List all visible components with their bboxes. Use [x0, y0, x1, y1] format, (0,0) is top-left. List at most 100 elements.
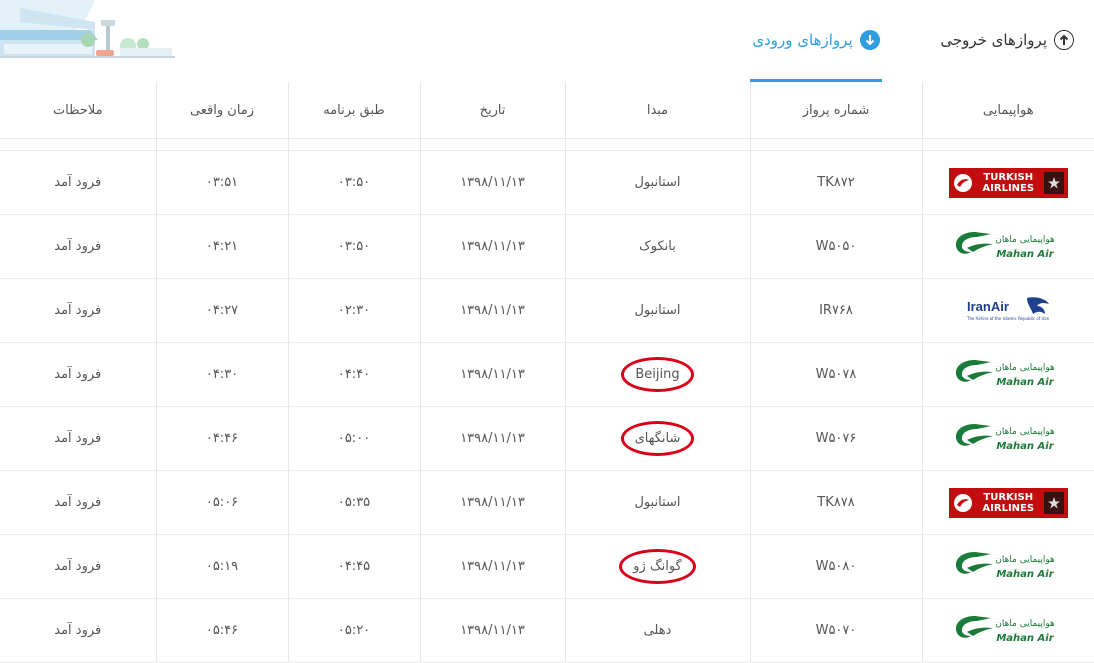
table-row[interactable]: فرود آمد ۰۵:۱۹ ۰۴:۴۵ ۱۳۹۸/۱۱/۱۳ گوانگ ژو W۵۰۸… [0, 534, 1094, 599]
cell-airline: هواپیمایی ماهان Mahan Air [922, 598, 1094, 663]
cell-note-text: فرود آمد [54, 559, 102, 574]
mahan-air-logo: هواپیمایی ماهان Mahan Air [953, 228, 1063, 266]
mahan-air-logo: هواپیمایی ماهان Mahan Air [953, 356, 1063, 394]
arrow-down-icon [859, 29, 880, 50]
cell-origin: بانکوک [565, 214, 751, 279]
cell-note: فرود آمد [0, 598, 157, 663]
cell-actual-time: ۰۴:۴۶ [156, 406, 289, 471]
origin-highlight: گوانگ ژو [619, 549, 696, 584]
cell-note: فرود آمد [0, 342, 157, 407]
cell-flight-number: W۵۰۷۶ [750, 406, 923, 471]
cell-origin: استانبول [565, 278, 751, 343]
mahan-logo-text-fa: هواپیمایی ماهان [995, 363, 1055, 373]
cell-flight-number: W۵۰۸۰ [750, 534, 923, 599]
cell-date: ۱۳۹۸/۱۱/۱۳ [420, 150, 566, 215]
cell-actual-time: ۰۴:۲۱ [156, 214, 289, 279]
homa-bird-icon [1027, 296, 1050, 314]
cell-scheduled-time-text: ۰۴:۴۵ [337, 559, 371, 574]
col-flight-number: شماره پرواز [750, 82, 923, 139]
mahan-air-logo: هواپیمایی ماهان Mahan Air [953, 612, 1063, 650]
cell-flight-number: IR۷۶۸ [750, 278, 923, 343]
cell-airline: هواپیمایی ماهان Mahan Air [922, 214, 1094, 279]
cell-origin-text: Beijing [635, 367, 680, 382]
cell-note: فرود آمد [0, 214, 157, 279]
turkish-airlines-logo: TURKISH AIRLINES [948, 487, 1068, 518]
cell-flight-number-text: IR۷۶۸ [819, 303, 853, 318]
cell-scheduled-time: ۰۴:۴۰ [288, 342, 421, 407]
cell-date-text: ۱۳۹۸/۱۱/۱۳ [460, 175, 525, 190]
cell-scheduled-time-text: ۰۵:۳۵ [337, 495, 371, 510]
tab-arrivals[interactable]: پروازهای ورودی [750, 0, 882, 82]
cell-origin: گوانگ ژو [565, 534, 751, 599]
cell-date-text: ۱۳۹۸/۱۱/۱۳ [460, 559, 525, 574]
star-alliance-icon [1043, 491, 1064, 514]
cell-airline: TURKISH AIRLINES [922, 470, 1094, 535]
mahan-logo-text-en: Mahan Air [997, 441, 1055, 452]
iranair-logo-subtext: The Airline of the Islamic Republic of I… [966, 316, 1050, 321]
cell-actual-time: ۰۳:۵۱ [156, 150, 289, 215]
origin-highlight: Beijing [621, 357, 694, 392]
cell-flight-number-text: TK۸۷۲ [817, 175, 855, 190]
table-row[interactable]: فرود آمد ۰۵:۰۶ ۰۵:۳۵ ۱۳۹۸/۱۱/۱۳ استانبول TK۸۷… [0, 470, 1094, 535]
mahan-logo-text-fa: هواپیمایی ماهان [995, 619, 1055, 629]
header-spacer [0, 138, 1094, 151]
cell-origin-text: دهلی [643, 623, 672, 638]
cell-origin: دهلی [565, 598, 751, 663]
cell-actual-time-text: ۰۳:۵۱ [205, 175, 239, 190]
airport-illustration [0, 0, 180, 64]
cell-scheduled-time-text: ۰۴:۴۰ [337, 367, 371, 382]
table-row[interactable]: فرود آمد ۰۴:۴۶ ۰۵:۰۰ ۱۳۹۸/۱۱/۱۳ شانگهای W۵۰۷۶… [0, 406, 1094, 471]
cell-scheduled-time: ۰۳:۵۰ [288, 214, 421, 279]
turkish-airlines-logo: TURKISH AIRLINES [948, 167, 1068, 198]
cell-date-text: ۱۳۹۸/۱۱/۱۳ [460, 431, 525, 446]
cell-note: فرود آمد [0, 406, 157, 471]
turkish-logo-text-2: AIRLINES [982, 502, 1035, 514]
turkish-emblem-icon [953, 493, 972, 512]
col-date: تاریخ [420, 82, 566, 139]
origin-highlight: شانگهای [620, 421, 695, 456]
cell-scheduled-time-text: ۰۳:۵۰ [337, 175, 371, 190]
cell-origin-text: استانبول [634, 175, 681, 190]
cell-note: فرود آمد [0, 534, 157, 599]
cell-actual-time-text: ۰۵:۰۶ [205, 495, 239, 510]
turkish-logo-text-1: TURKISH [983, 171, 1034, 183]
mahan-logo-text-en: Mahan Air [997, 569, 1055, 580]
cell-origin: استانبول [565, 150, 751, 215]
turkish-logo-text-1: TURKISH [983, 491, 1034, 503]
table-row[interactable]: فرود آمد ۰۴:۲۱ ۰۳:۵۰ ۱۳۹۸/۱۱/۱۳ بانکوک W۵۰۵۰ … [0, 214, 1094, 279]
cell-origin-text: گوانگ ژو [633, 559, 682, 574]
cell-origin-text: استانبول [634, 303, 681, 318]
cell-date: ۱۳۹۸/۱۱/۱۳ [420, 470, 566, 535]
table-row[interactable]: فرود آمد ۰۳:۵۱ ۰۳:۵۰ ۱۳۹۸/۱۱/۱۳ استانبول TK۸۷… [0, 150, 1094, 215]
cell-airline: IranAir The Airline of the Islamic Repub… [922, 278, 1094, 343]
top-bar: پروازهای ورودی پروازهای خروجی [0, 0, 1094, 83]
table-row[interactable]: فرود آمد ۰۴:۲۷ ۰۲:۳۰ ۱۳۹۸/۱۱/۱۳ استانبول IR۷۶… [0, 278, 1094, 343]
cell-scheduled-time-text: ۰۲:۳۰ [337, 303, 371, 318]
cell-actual-time: ۰۴:۳۰ [156, 342, 289, 407]
col-actual-time: زمان واقعی [156, 82, 289, 139]
tab-departures[interactable]: پروازهای خروجی [940, 0, 1074, 81]
turkish-logo-text-2: AIRLINES [982, 182, 1035, 194]
cell-airline: هواپیمایی ماهان Mahan Air [922, 534, 1094, 599]
cell-date: ۱۳۹۸/۱۱/۱۳ [420, 278, 566, 343]
tab-departures-label: پروازهای خروجی [940, 31, 1047, 49]
cell-note-text: فرود آمد [54, 431, 102, 446]
cell-flight-number-text: W۵۰۸۰ [815, 559, 857, 574]
cell-scheduled-time: ۰۲:۳۰ [288, 278, 421, 343]
tab-arrivals-label: پروازهای ورودی [752, 30, 853, 49]
cell-note-text: فرود آمد [54, 239, 102, 254]
table-row[interactable]: فرود آمد ۰۴:۳۰ ۰۴:۴۰ ۱۳۹۸/۱۱/۱۳ Beijing W۵۰۷۸… [0, 342, 1094, 407]
cell-actual-time: ۰۵:۰۶ [156, 470, 289, 535]
cell-actual-time: ۰۴:۲۷ [156, 278, 289, 343]
cell-scheduled-time: ۰۴:۴۵ [288, 534, 421, 599]
table-row[interactable]: فرود آمد ۰۵:۴۶ ۰۵:۲۰ ۱۳۹۸/۱۱/۱۳ دهلی W۵۰۷۰ هو… [0, 598, 1094, 663]
mahan-logo-text-fa: هواپیمایی ماهان [995, 427, 1055, 437]
cell-note: فرود آمد [0, 278, 157, 343]
cell-airline: هواپیمایی ماهان Mahan Air [922, 342, 1094, 407]
cell-flight-number: W۵۰۷۰ [750, 598, 923, 663]
cell-actual-time-text: ۰۵:۴۶ [205, 623, 239, 638]
col-origin: مبدا [565, 82, 751, 139]
cell-note-text: فرود آمد [54, 623, 102, 638]
cell-actual-time: ۰۵:۴۶ [156, 598, 289, 663]
cell-airline: هواپیمایی ماهان Mahan Air [922, 406, 1094, 471]
